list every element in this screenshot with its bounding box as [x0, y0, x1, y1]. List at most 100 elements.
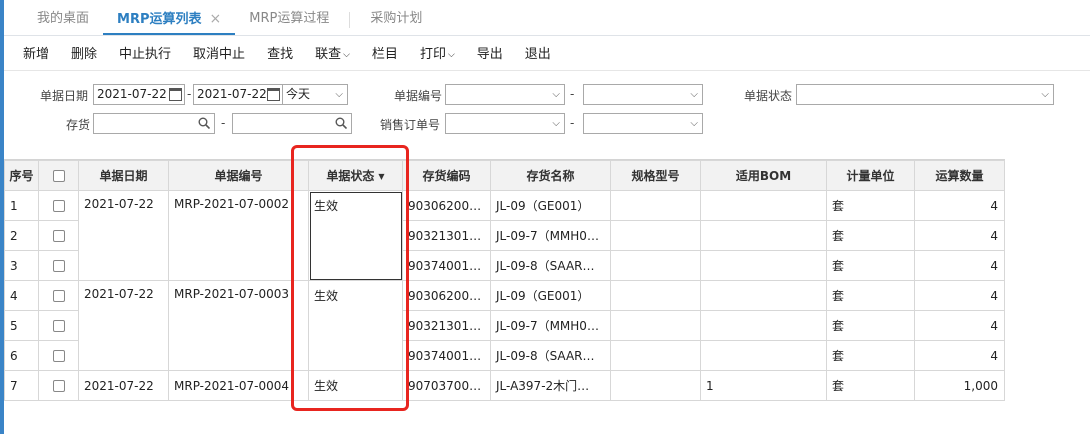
sales-order-to-select[interactable]: ⌵ [583, 113, 703, 134]
row-seq-cell[interactable]: 1 [4, 190, 39, 221]
row-seq-cell[interactable]: 4 [4, 280, 39, 311]
tab-2[interactable]: MRP运算列表 × [103, 5, 236, 35]
spec-cell[interactable] [610, 340, 701, 371]
inventory-from-input[interactable] [93, 113, 215, 134]
spec-cell[interactable] [610, 220, 701, 251]
unit-cell[interactable]: 套 [826, 250, 915, 281]
tab-4[interactable]: 采购计划 [356, 5, 436, 35]
spec-cell[interactable] [610, 310, 701, 341]
table-row[interactable]: 7 2021-07-22 MRP-2021-07-0004 生效 90703700… JL… [4, 370, 1005, 401]
tab-1[interactable]: 我的桌面 [4, 5, 103, 35]
bom-cell[interactable] [700, 250, 827, 281]
toolbar-button-4[interactable]: 取消中止 [182, 40, 256, 70]
unit-cell[interactable]: 套 [826, 280, 915, 311]
row-checkbox[interactable] [52, 260, 65, 272]
inventory-code-cell[interactable]: 90374001… [402, 250, 491, 281]
column-header-4[interactable]: 单据状态 ▼ [308, 160, 403, 191]
search-icon[interactable] [198, 117, 210, 129]
inventory-name-cell[interactable]: JL-09-7（MMH0… [490, 310, 611, 341]
doc-date-cell[interactable]: 2021-07-22 [78, 370, 169, 401]
inventory-name-cell[interactable]: JL-09-7（MMH0… [490, 220, 611, 251]
bom-cell[interactable] [700, 280, 827, 311]
qty-cell[interactable]: 4 [914, 310, 1005, 341]
table-row[interactable]: 1 2021-07-22 MRP-2021-07-0002 生效 90306200… JL… [4, 190, 1005, 281]
inventory-name-cell[interactable]: JL-09-8（SAAR… [490, 250, 611, 281]
doc-no-cell[interactable]: MRP-2021-07-0002 [168, 190, 309, 281]
qty-cell[interactable]: 4 [914, 340, 1005, 371]
row-checkbox-cell[interactable] [38, 310, 79, 341]
column-header-8[interactable]: 适用BOM [700, 160, 827, 191]
row-seq-cell[interactable]: 7 [4, 370, 39, 401]
unit-cell[interactable]: 套 [826, 340, 915, 371]
unit-cell[interactable]: 套 [826, 190, 915, 221]
row-seq-cell[interactable]: 6 [4, 340, 39, 371]
bom-cell[interactable]: 1 [700, 370, 827, 401]
tab-3[interactable]: MRP运算过程 [235, 5, 343, 35]
toolbar-button-9[interactable]: 导出 [466, 40, 514, 70]
unit-cell[interactable]: 套 [826, 220, 915, 251]
row-checkbox[interactable] [52, 200, 65, 212]
inventory-name-cell[interactable]: JL-09（GE001） [490, 190, 611, 221]
close-icon[interactable]: × [210, 11, 222, 27]
row-checkbox[interactable] [52, 320, 65, 332]
doc-no-cell[interactable]: MRP-2021-07-0004 [168, 370, 309, 401]
column-header-1[interactable] [38, 160, 79, 191]
doc-date-cell[interactable]: 2021-07-22 [78, 280, 169, 371]
toolbar-button-1[interactable]: 新增 [4, 40, 60, 70]
date-from-input[interactable]: 2021-07-22 [93, 84, 185, 105]
column-header-7[interactable]: 规格型号 [610, 160, 701, 191]
inventory-to-input[interactable] [232, 113, 352, 134]
bom-cell[interactable] [700, 190, 827, 221]
qty-cell[interactable]: 4 [914, 220, 1005, 251]
calendar-icon[interactable] [169, 88, 182, 101]
column-header-0[interactable]: 序号 [4, 160, 39, 191]
doc-no-from-select[interactable]: ⌵ [445, 84, 565, 105]
bom-cell[interactable] [700, 220, 827, 251]
toolbar-button-2[interactable]: 删除 [60, 40, 108, 70]
doc-no-to-select[interactable]: ⌵ [583, 84, 703, 105]
row-checkbox-cell[interactable] [38, 250, 79, 281]
row-checkbox[interactable] [52, 380, 65, 392]
search-icon[interactable] [335, 117, 347, 129]
spec-cell[interactable] [610, 250, 701, 281]
inventory-code-cell[interactable]: 90306200… [402, 190, 491, 221]
column-header-10[interactable]: 运算数量 [914, 160, 1005, 191]
doc-status-cell[interactable]: 生效 [308, 370, 403, 401]
sort-down-icon[interactable]: ▼ [378, 172, 384, 181]
bom-cell[interactable] [700, 310, 827, 341]
unit-cell[interactable]: 套 [826, 370, 915, 401]
toolbar-button-7[interactable]: 栏目 [361, 40, 409, 70]
column-header-5[interactable]: 存货编码 [402, 160, 491, 191]
qty-cell[interactable]: 4 [914, 250, 1005, 281]
column-header-3[interactable]: 单据编号 [168, 160, 309, 191]
row-checkbox[interactable] [52, 350, 65, 362]
doc-status-cell[interactable]: 生效 [308, 280, 403, 371]
inventory-name-cell[interactable]: JL-09-8（SAAR… [490, 340, 611, 371]
inventory-code-cell[interactable]: 90306200… [402, 280, 491, 311]
table-row[interactable]: 4 2021-07-22 MRP-2021-07-0003 生效 90306200… JL… [4, 280, 1005, 371]
column-header-6[interactable]: 存货名称 [490, 160, 611, 191]
bom-cell[interactable] [700, 340, 827, 371]
inventory-code-cell[interactable]: 90321301… [402, 310, 491, 341]
inventory-code-cell[interactable]: 90321301… [402, 220, 491, 251]
date-range-select[interactable]: 今天 ⌵ [282, 84, 348, 105]
unit-cell[interactable]: 套 [826, 310, 915, 341]
toolbar-button-10[interactable]: 退出 [514, 40, 562, 70]
inventory-name-cell[interactable]: JL-09（GE001） [490, 280, 611, 311]
inventory-name-cell[interactable]: JL-A397-2木门… [490, 370, 611, 401]
row-seq-cell[interactable]: 3 [4, 250, 39, 281]
column-header-2[interactable]: 单据日期 [78, 160, 169, 191]
date-to-input[interactable]: 2021-07-22 [193, 84, 283, 105]
spec-cell[interactable] [610, 370, 701, 401]
toolbar-button-8[interactable]: 打印 ⌵ [409, 40, 466, 70]
toolbar-button-5[interactable]: 查找 [256, 40, 304, 70]
doc-no-cell[interactable]: MRP-2021-07-0003 [168, 280, 309, 371]
row-checkbox-cell[interactable] [38, 220, 79, 251]
row-checkbox[interactable] [52, 290, 65, 302]
toolbar-button-6[interactable]: 联查 ⌵ [304, 40, 361, 70]
inventory-code-cell[interactable]: 90374001… [402, 340, 491, 371]
qty-cell[interactable]: 1,000 [914, 370, 1005, 401]
toolbar-button-3[interactable]: 中止执行 [108, 40, 182, 70]
status-select[interactable]: ⌵ [796, 84, 1054, 105]
row-checkbox-cell[interactable] [38, 340, 79, 371]
